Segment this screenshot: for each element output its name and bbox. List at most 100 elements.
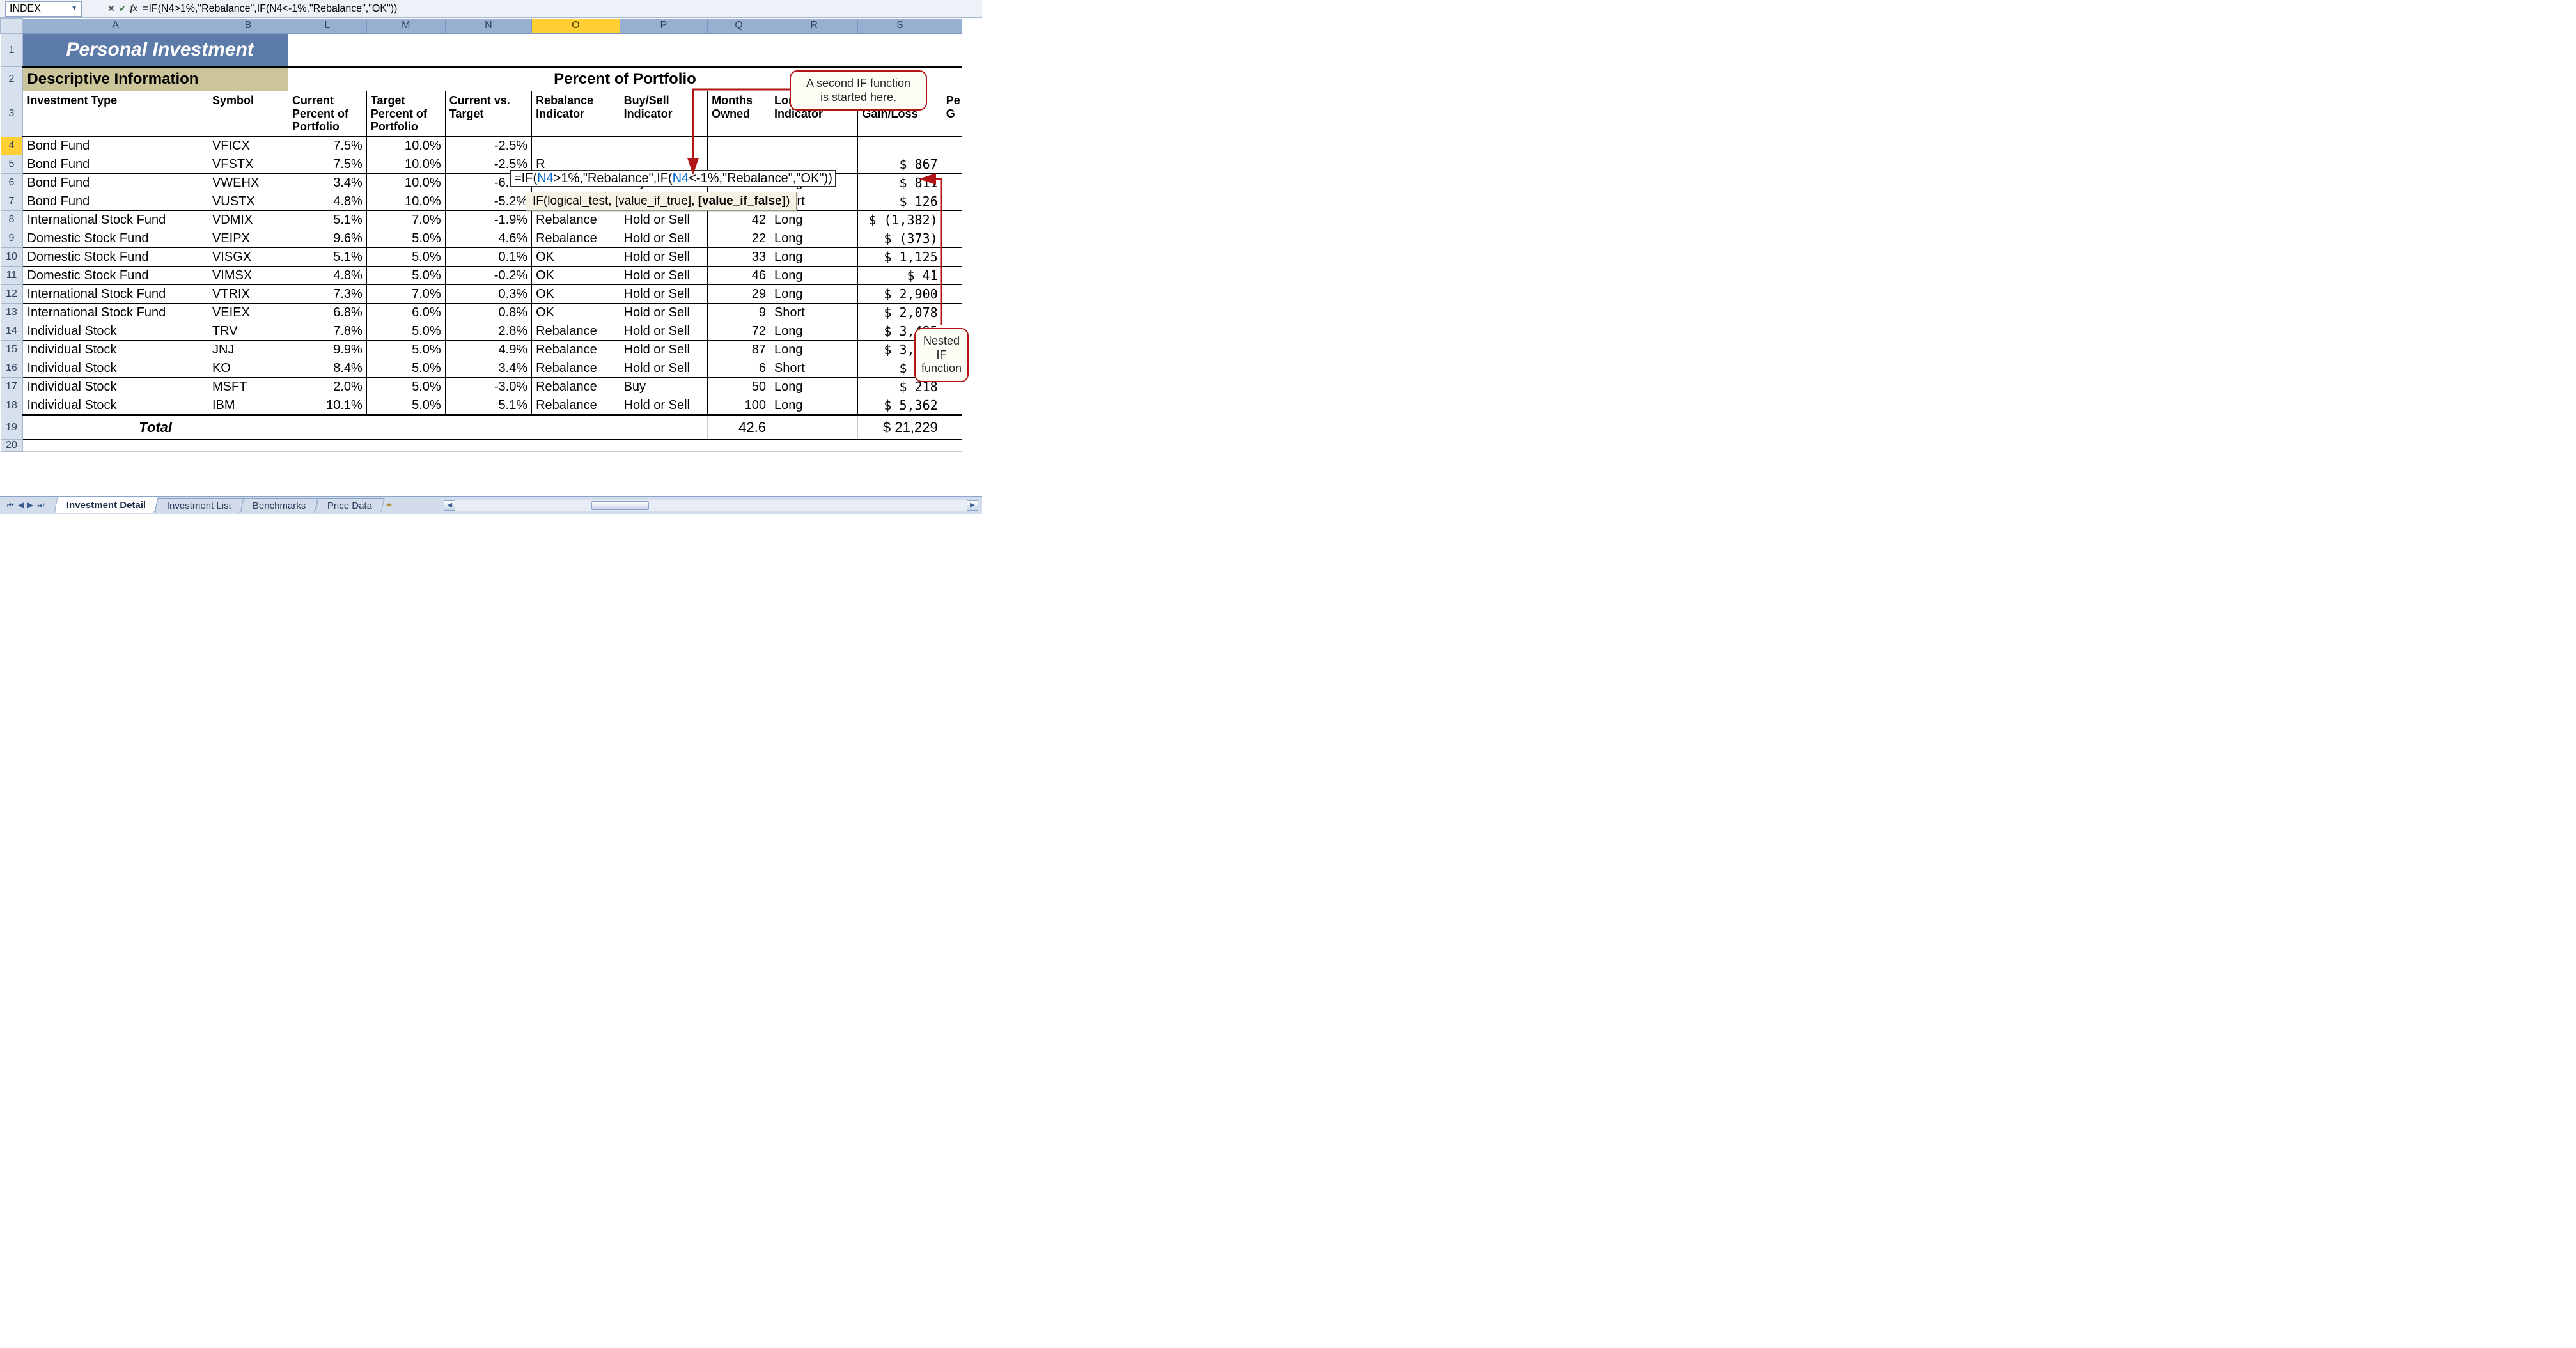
col-T[interactable] bbox=[942, 19, 962, 34]
cell-A10[interactable]: Domestic Stock Fund bbox=[23, 248, 208, 267]
cell-R8[interactable]: Long bbox=[770, 211, 857, 229]
cell-R10[interactable]: Long bbox=[770, 248, 857, 267]
cell-Q12[interactable]: 29 bbox=[708, 285, 770, 304]
cell-O8[interactable]: Rebalance bbox=[532, 211, 620, 229]
cell-A16[interactable]: Individual Stock bbox=[23, 359, 208, 378]
cell-A15[interactable]: Individual Stock bbox=[23, 341, 208, 359]
tab-nav-prev[interactable]: ◀ bbox=[16, 500, 26, 510]
tab-nav-first[interactable]: ⏮ bbox=[5, 500, 16, 510]
cell-M12[interactable]: 7.0% bbox=[366, 285, 445, 304]
cell-Q18[interactable]: 100 bbox=[708, 396, 770, 415]
cell-O9[interactable]: Rebalance bbox=[532, 229, 620, 248]
row-hdr-20[interactable]: 20 bbox=[1, 440, 23, 452]
col-B[interactable]: B bbox=[208, 19, 288, 34]
cell-Q17[interactable]: 50 bbox=[708, 378, 770, 396]
col-P[interactable]: P bbox=[620, 19, 707, 34]
cell-Q11[interactable]: 46 bbox=[708, 267, 770, 285]
cell-R18[interactable]: Long bbox=[770, 396, 857, 415]
cell-R11[interactable]: Long bbox=[770, 267, 857, 285]
col-L[interactable]: L bbox=[288, 19, 366, 34]
cell-N16[interactable]: 3.4% bbox=[445, 359, 531, 378]
insert-sheet-icon[interactable]: ✦ bbox=[386, 500, 393, 511]
cell-P12[interactable]: Hold or Sell bbox=[620, 285, 707, 304]
cell-S6[interactable]: $ 811 bbox=[858, 174, 942, 192]
cell-B6[interactable]: VWEHX bbox=[208, 174, 288, 192]
cell-B9[interactable]: VEIPX bbox=[208, 229, 288, 248]
cell-N9[interactable]: 4.6% bbox=[445, 229, 531, 248]
cell-O12[interactable]: OK bbox=[532, 285, 620, 304]
cell-N15[interactable]: 4.9% bbox=[445, 341, 531, 359]
col-S[interactable]: S bbox=[858, 19, 942, 34]
cell-L14[interactable]: 7.8% bbox=[288, 322, 366, 341]
cell-A6[interactable]: Bond Fund bbox=[23, 174, 208, 192]
cell-L11[interactable]: 4.8% bbox=[288, 267, 366, 285]
cell-B7[interactable]: VUSTX bbox=[208, 192, 288, 211]
cell-B5[interactable]: VFSTX bbox=[208, 155, 288, 174]
cell-Q14[interactable]: 72 bbox=[708, 322, 770, 341]
cell-B14[interactable]: TRV bbox=[208, 322, 288, 341]
cell-A11[interactable]: Domestic Stock Fund bbox=[23, 267, 208, 285]
cell-P18[interactable]: Hold or Sell bbox=[620, 396, 707, 415]
row-hdr-15[interactable]: 15 bbox=[1, 341, 23, 359]
cell-M10[interactable]: 5.0% bbox=[366, 248, 445, 267]
cell-L6[interactable]: 3.4% bbox=[288, 174, 366, 192]
cell-N18[interactable]: 5.1% bbox=[445, 396, 531, 415]
cell-Q13[interactable]: 9 bbox=[708, 304, 770, 322]
cell-M17[interactable]: 5.0% bbox=[366, 378, 445, 396]
cell-R15[interactable]: Long bbox=[770, 341, 857, 359]
sheet-tab[interactable]: Benchmarks bbox=[240, 498, 318, 513]
cell-M11[interactable]: 5.0% bbox=[366, 267, 445, 285]
cell-M16[interactable]: 5.0% bbox=[366, 359, 445, 378]
cell-O18[interactable]: Rebalance bbox=[532, 396, 620, 415]
col-N[interactable]: N bbox=[445, 19, 531, 34]
scroll-left-arrow[interactable]: ◀ bbox=[444, 500, 455, 511]
col-Q[interactable]: Q bbox=[708, 19, 770, 34]
name-box[interactable]: INDEX ▼ bbox=[5, 1, 82, 17]
cell-L16[interactable]: 8.4% bbox=[288, 359, 366, 378]
row-hdr-9[interactable]: 9 bbox=[1, 229, 23, 248]
cell-L10[interactable]: 5.1% bbox=[288, 248, 366, 267]
cell-P17[interactable]: Buy bbox=[620, 378, 707, 396]
cell-L8[interactable]: 5.1% bbox=[288, 211, 366, 229]
cell-R13[interactable]: Short bbox=[770, 304, 857, 322]
cell-N14[interactable]: 2.8% bbox=[445, 322, 531, 341]
cell-B13[interactable]: VEIEX bbox=[208, 304, 288, 322]
cancel-button[interactable]: ✕ bbox=[107, 3, 115, 14]
cell-Q9[interactable]: 22 bbox=[708, 229, 770, 248]
cell-Q15[interactable]: 87 bbox=[708, 341, 770, 359]
cell-P16[interactable]: Hold or Sell bbox=[620, 359, 707, 378]
cell-O13[interactable]: OK bbox=[532, 304, 620, 322]
cell-Q16[interactable]: 6 bbox=[708, 359, 770, 378]
row-hdr-5[interactable]: 5 bbox=[1, 155, 23, 174]
cell-O10[interactable]: OK bbox=[532, 248, 620, 267]
cell-S4[interactable] bbox=[858, 137, 942, 155]
row-hdr-13[interactable]: 13 bbox=[1, 304, 23, 322]
tab-nav-next[interactable]: ▶ bbox=[26, 500, 35, 510]
cell-M14[interactable]: 5.0% bbox=[366, 322, 445, 341]
cell-P9[interactable]: Hold or Sell bbox=[620, 229, 707, 248]
sheet-tab[interactable]: Investment List bbox=[155, 498, 244, 513]
cell-O16[interactable]: Rebalance bbox=[532, 359, 620, 378]
cell-L5[interactable]: 7.5% bbox=[288, 155, 366, 174]
cell-B17[interactable]: MSFT bbox=[208, 378, 288, 396]
cell-B12[interactable]: VTRIX bbox=[208, 285, 288, 304]
col-O[interactable]: O bbox=[532, 19, 620, 34]
cell-B8[interactable]: VDMIX bbox=[208, 211, 288, 229]
cell-B18[interactable]: IBM bbox=[208, 396, 288, 415]
enter-button[interactable]: ✓ bbox=[119, 3, 127, 14]
cell-Q8[interactable]: 42 bbox=[708, 211, 770, 229]
cell-edit-formula[interactable]: =IF(N4>1%,"Rebalance",IF(N4<-1%,"Rebalan… bbox=[510, 170, 836, 187]
cell-A7[interactable]: Bond Fund bbox=[23, 192, 208, 211]
cell-N13[interactable]: 0.8% bbox=[445, 304, 531, 322]
sheet-tab[interactable]: Price Data bbox=[315, 498, 384, 513]
cell-S11[interactable]: $ 41 bbox=[858, 267, 942, 285]
cell-O14[interactable]: Rebalance bbox=[532, 322, 620, 341]
row-hdr-12[interactable]: 12 bbox=[1, 285, 23, 304]
cell-S13[interactable]: $ 2,078 bbox=[858, 304, 942, 322]
cell-O17[interactable]: Rebalance bbox=[532, 378, 620, 396]
cell-L18[interactable]: 10.1% bbox=[288, 396, 366, 415]
cell-P10[interactable]: Hold or Sell bbox=[620, 248, 707, 267]
cell-N8[interactable]: -1.9% bbox=[445, 211, 531, 229]
cell-M4[interactable]: 10.0% bbox=[366, 137, 445, 155]
cell-S18[interactable]: $ 5,362 bbox=[858, 396, 942, 415]
